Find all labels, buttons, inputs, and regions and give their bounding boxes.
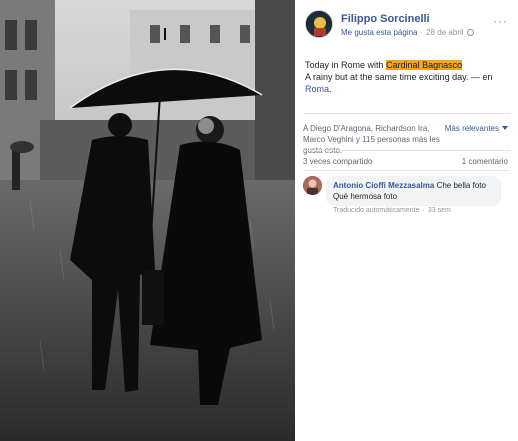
commenter-avatar[interactable] <box>303 176 322 195</box>
comments-count[interactable]: 1 comentario <box>462 157 508 166</box>
comment-bubble: Antonio Cioffi Mezzasalma Che bella foto… <box>326 176 501 206</box>
divider <box>303 113 510 114</box>
photo-viewer: Filippo Sorcinelli Me gusta esta página ·… <box>0 0 518 441</box>
place-period: . <box>329 84 332 94</box>
comment-translation: Qué hermosa foto <box>333 192 398 201</box>
more-options-icon[interactable]: ··· <box>493 14 508 28</box>
globe-icon <box>466 29 474 36</box>
relevance-label: Más relevantes <box>444 124 499 133</box>
reactions-summary[interactable]: A Diego D'Aragona, Richardson Ira, Marco… <box>303 123 443 156</box>
post-text-line2: A rainy but at the same time exciting da… <box>305 72 469 82</box>
meta-separator: · <box>420 28 424 37</box>
shares-count[interactable]: 3 veces compartido <box>303 157 372 166</box>
commenter-avatar-image <box>303 176 322 195</box>
post-text-prefix: Today in Rome with <box>305 60 387 70</box>
photo-image <box>0 0 295 441</box>
post-author[interactable]: Filippo Sorcinelli <box>341 13 430 25</box>
tagged-person-link[interactable]: Cardinal Bagnasco <box>386 60 463 70</box>
caret-down-icon <box>502 126 508 130</box>
post-text: Today in Rome with Cardinal Bagnasco A r… <box>305 59 510 95</box>
comment-text: Che bella foto <box>436 181 486 190</box>
translation-note[interactable]: Traducido automáticamente <box>333 207 420 214</box>
page-avatar[interactable] <box>305 10 333 38</box>
place-link[interactable]: Roma <box>305 84 329 94</box>
post-panel: Filippo Sorcinelli Me gusta esta página ·… <box>295 0 518 441</box>
comment-age[interactable]: 33 sem <box>428 207 451 214</box>
post-photo[interactable] <box>0 0 295 441</box>
relevance-filter[interactable]: Más relevantes <box>445 124 508 133</box>
place-separator: — en <box>468 72 493 82</box>
comment-footer: Traducido automáticamente · 33 sem <box>333 207 451 214</box>
post-date[interactable]: 28 de abril <box>426 28 463 37</box>
divider <box>303 170 510 171</box>
divider <box>303 150 510 151</box>
like-page-link[interactable]: Me gusta esta página <box>341 28 418 37</box>
footer-separator: · <box>422 207 425 214</box>
post-meta: Me gusta esta página · 28 de abril <box>341 28 474 37</box>
post-header: Filippo Sorcinelli Me gusta esta página ·… <box>305 10 510 44</box>
avatar-image <box>306 11 332 37</box>
commenter-name[interactable]: Antonio Cioffi Mezzasalma <box>333 181 434 190</box>
